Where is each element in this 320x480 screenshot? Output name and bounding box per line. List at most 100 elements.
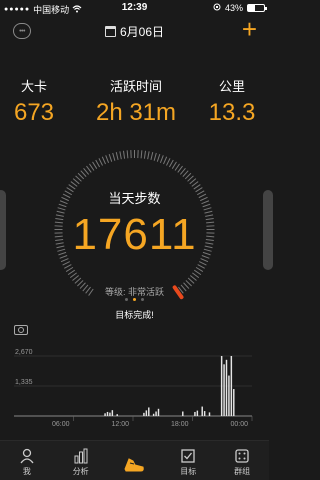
dial-tick (67, 269, 76, 276)
rotation-lock-icon (213, 3, 221, 13)
page-dot[interactable] (141, 298, 144, 301)
page-dot[interactable] (125, 298, 128, 301)
tab-activity[interactable] (108, 441, 162, 480)
tab-me[interactable]: 我 (0, 441, 54, 480)
dial-tick (153, 152, 157, 161)
dial-tick (197, 264, 205, 269)
dial-tick (147, 151, 150, 160)
dial-tick (163, 156, 168, 165)
tab-analysis[interactable]: 分析 (54, 441, 108, 480)
tab-bar: 我 分析 目标 群组 (0, 440, 269, 480)
activity-level: 等级: 非常活跃 (104, 287, 164, 297)
add-button[interactable]: + (242, 16, 257, 42)
stat-active-time-value: 2h 31m (95, 99, 177, 126)
dial-tick (189, 178, 197, 185)
dial-tick (105, 155, 110, 164)
tab-me-label: 我 (22, 467, 31, 476)
stat-distance-label: 公里 (218, 79, 245, 94)
dial-tick (179, 167, 186, 175)
status-right: 43% (213, 3, 267, 13)
checkbox-icon (181, 449, 195, 463)
chart-bar (194, 411, 196, 416)
chart-bar (116, 414, 118, 416)
dial-tick (70, 181, 78, 187)
dial-tick (77, 172, 85, 180)
chart-bar (143, 412, 145, 416)
dial-tick (75, 175, 82, 182)
dial-tick (101, 156, 106, 165)
dial-tick (174, 163, 180, 171)
chart-bar (223, 364, 225, 416)
chart-bar (148, 407, 150, 416)
dial-tick (89, 163, 95, 171)
dial-tick (187, 277, 195, 284)
step-dial: 当天步数 17611 等级: 非常活跃 (0, 130, 269, 325)
dial-tick (195, 266, 204, 272)
stat-active-time: 活跃时间 2h 31m (88, 76, 184, 127)
dial-tick (182, 170, 189, 177)
person-icon (20, 448, 34, 464)
dial-tick (83, 167, 90, 175)
stat-calories-value: 673 (13, 99, 55, 126)
chart-bar (157, 408, 160, 416)
chart-bar (111, 410, 114, 416)
dial-tick (108, 153, 113, 162)
dial-tick (92, 161, 98, 169)
dial-tick (112, 152, 116, 161)
chart-bar (203, 411, 206, 416)
chart-xtick-label: 12:00 (111, 421, 129, 428)
header: ••• 6月06日 + (0, 16, 269, 46)
dial-tick (184, 172, 192, 180)
date-label: 6月06日 (119, 25, 165, 39)
dial-tick (168, 159, 174, 168)
battery-icon (247, 4, 267, 12)
chart-bar (228, 375, 230, 416)
dial-tick (72, 275, 80, 281)
dial-tick (122, 150, 126, 159)
dial-tick (126, 150, 129, 159)
tab-goals[interactable]: 目标 (161, 441, 215, 480)
page-dot[interactable] (133, 298, 136, 301)
dial-tick (86, 165, 92, 173)
stat-active-time-label: 活跃时间 (109, 79, 162, 94)
battery-fill (248, 5, 255, 11)
tab-groups-label: 群组 (234, 467, 251, 476)
dial-tick (177, 165, 183, 173)
status-bar: ●●●●● 中国移动 12:39 43% (0, 0, 269, 16)
chart-bar (152, 413, 155, 416)
dial-tick (140, 150, 143, 159)
dial-tick (193, 269, 202, 276)
tab-analysis-label: 分析 (72, 467, 89, 476)
goal-status: 目标完成! (115, 310, 154, 320)
tab-groups[interactable]: 群组 (215, 441, 269, 480)
dial-title: 当天步数 (108, 191, 161, 206)
dial-tick (143, 150, 147, 159)
dial-tick (171, 161, 177, 169)
chart-bar (106, 411, 109, 416)
bar-chart-icon (74, 448, 88, 464)
date-selector[interactable]: 6月06日 (0, 23, 269, 40)
dial-tick (69, 272, 77, 279)
chart-bar (230, 356, 233, 416)
chart-xtick-label: 06:00 (52, 421, 70, 428)
stat-calories-label: 大卡 (20, 79, 47, 94)
dial-tick (95, 159, 101, 168)
chart-xtick-label: 00:00 (230, 421, 248, 428)
dial-tick (72, 178, 80, 185)
stat-distance-value: 13.3 (208, 99, 256, 126)
chart-bar (155, 411, 157, 416)
chart-bar (225, 359, 228, 416)
dial-tick (80, 170, 87, 177)
dial-tick (62, 261, 71, 266)
stat-distance: 公里 13.3 (200, 76, 264, 127)
dial-tick (74, 277, 82, 284)
camera-icon[interactable] (14, 325, 28, 335)
chart-bar (104, 413, 106, 416)
dial-tick (64, 264, 72, 269)
sneaker-icon (124, 458, 145, 472)
page-indicator (0, 298, 269, 301)
dial-tick (119, 151, 122, 160)
step-count: 17611 (72, 210, 197, 259)
chart-ytick-label: 2,670 (15, 349, 33, 356)
dice-icon (235, 449, 249, 463)
